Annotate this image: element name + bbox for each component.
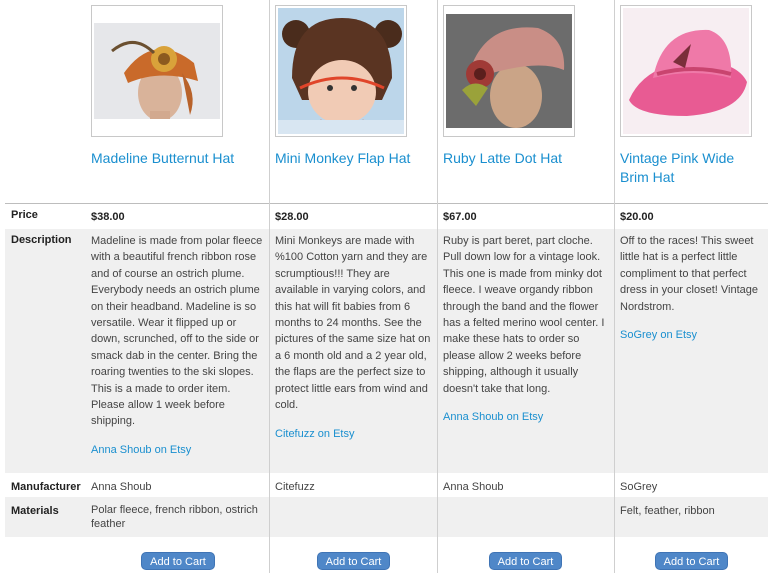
hat-photo-icon xyxy=(278,8,404,134)
column-divider xyxy=(614,0,615,573)
product-price: $20.00 xyxy=(620,211,654,223)
product-price: $38.00 xyxy=(91,211,125,223)
seller-etsy-link[interactable]: Anna Shoub on Etsy xyxy=(443,409,543,425)
product-materials: Polar fleece, french ribbon, ostrich fea… xyxy=(91,504,258,530)
description-label: Description xyxy=(11,234,72,246)
add-to-cart-button[interactable]: Add to Cart xyxy=(317,552,390,570)
product-description: Madeline is made from polar fleece with … xyxy=(91,235,263,428)
hat-photo-icon xyxy=(94,23,220,119)
product-title-link[interactable]: Vintage Pink Wide Brim Hat xyxy=(620,149,760,187)
header-divider xyxy=(5,203,768,204)
product-description: Off to the races! This sweet little hat … xyxy=(620,235,758,313)
product-manufacturer: Anna Shoub xyxy=(443,481,504,493)
product-title-link[interactable]: Mini Monkey Flap Hat xyxy=(275,149,435,168)
add-to-cart-button[interactable]: Add to Cart xyxy=(655,552,728,570)
seller-etsy-link[interactable]: Citefuzz on Etsy xyxy=(275,426,354,442)
product-manufacturer: Anna Shoub xyxy=(91,481,152,493)
seller-etsy-link[interactable]: Anna Shoub on Etsy xyxy=(91,442,191,458)
product-image-vintage-pink[interactable] xyxy=(620,5,752,137)
product-description: Ruby is part beret, part cloche. Pull do… xyxy=(443,235,605,395)
hat-photo-icon xyxy=(623,8,749,134)
product-image-madeline[interactable] xyxy=(91,5,223,137)
column-divider xyxy=(269,0,270,573)
add-to-cart-button[interactable]: Add to Cart xyxy=(489,552,562,570)
product-manufacturer: SoGrey xyxy=(620,481,658,493)
product-comparison-page: Price Description Manufacturer Materials… xyxy=(0,0,772,573)
price-label: Price xyxy=(11,209,38,221)
product-price: $28.00 xyxy=(275,211,309,223)
product-price: $67.00 xyxy=(443,211,477,223)
product-description: Mini Monkeys are made with %100 Cotton y… xyxy=(275,235,431,412)
column-divider xyxy=(437,0,438,573)
product-image-mini-monkey[interactable] xyxy=(275,5,407,137)
seller-etsy-link[interactable]: SoGrey on Etsy xyxy=(620,327,697,343)
hat-photo-icon xyxy=(446,14,572,128)
product-materials: Felt, feather, ribbon xyxy=(620,505,715,517)
product-title-link[interactable]: Madeline Butternut Hat xyxy=(91,149,261,168)
product-manufacturer: Citefuzz xyxy=(275,481,315,493)
product-image-ruby-latte[interactable] xyxy=(443,5,575,137)
add-to-cart-button[interactable]: Add to Cart xyxy=(141,552,215,570)
product-title-link[interactable]: Ruby Latte Dot Hat xyxy=(443,149,608,168)
manufacturer-label: Manufacturer xyxy=(11,481,81,493)
materials-label: Materials xyxy=(11,505,59,517)
